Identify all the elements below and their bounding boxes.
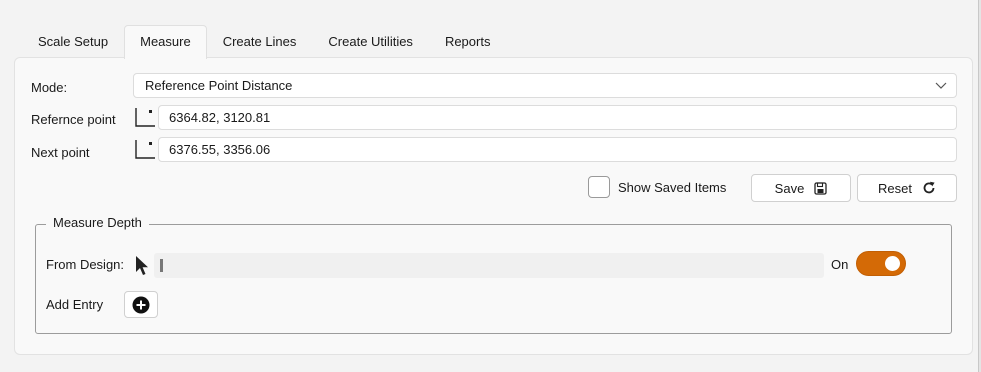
reset-button-label: Reset xyxy=(878,180,912,196)
mode-select-value: Reference Point Distance xyxy=(145,78,293,93)
slider-thumb[interactable] xyxy=(160,259,163,272)
tab-create-utilities[interactable]: Create Utilities xyxy=(312,25,429,58)
cursor-arrow-icon[interactable] xyxy=(134,255,150,277)
tab-scale-setup[interactable]: Scale Setup xyxy=(22,25,124,58)
floppy-disk-icon xyxy=(814,181,827,195)
add-entry-button[interactable] xyxy=(124,291,158,318)
reference-point-field[interactable]: 6364.82, 3120.81 xyxy=(158,105,957,130)
measure-depth-group xyxy=(35,224,952,334)
show-saved-label: Show Saved Items xyxy=(618,180,727,195)
save-button-label: Save xyxy=(774,180,805,196)
from-design-slider[interactable] xyxy=(154,253,824,278)
from-design-toggle[interactable] xyxy=(856,251,906,276)
next-point-label: Next point xyxy=(31,145,90,160)
measure-depth-title: Measure Depth xyxy=(46,215,149,230)
tab-measure[interactable]: Measure xyxy=(124,25,207,59)
pick-point-icon[interactable] xyxy=(134,106,156,128)
plus-circle-icon xyxy=(132,296,150,313)
show-saved-checkbox[interactable] xyxy=(588,176,610,198)
add-entry-label: Add Entry xyxy=(46,297,104,312)
from-design-label: From Design: xyxy=(46,257,125,272)
next-point-field[interactable]: 6376.55, 3356.06 xyxy=(158,137,957,162)
save-button[interactable]: Save xyxy=(751,174,851,202)
chevron-down-icon xyxy=(935,82,947,89)
toggle-knob xyxy=(885,256,900,271)
tab-reports[interactable]: Reports xyxy=(429,25,507,58)
mode-label: Mode: xyxy=(31,80,68,95)
reference-point-label: Refernce point xyxy=(31,112,116,127)
refresh-icon xyxy=(923,181,935,194)
tab-create-lines[interactable]: Create Lines xyxy=(207,25,313,58)
pick-point-icon[interactable] xyxy=(134,138,156,160)
reset-button[interactable]: Reset xyxy=(857,174,957,202)
mode-select[interactable]: Reference Point Distance xyxy=(133,73,957,98)
toggle-label: On xyxy=(831,257,849,272)
tab-bar: Scale Setup Measure Create Lines Create … xyxy=(22,25,507,59)
